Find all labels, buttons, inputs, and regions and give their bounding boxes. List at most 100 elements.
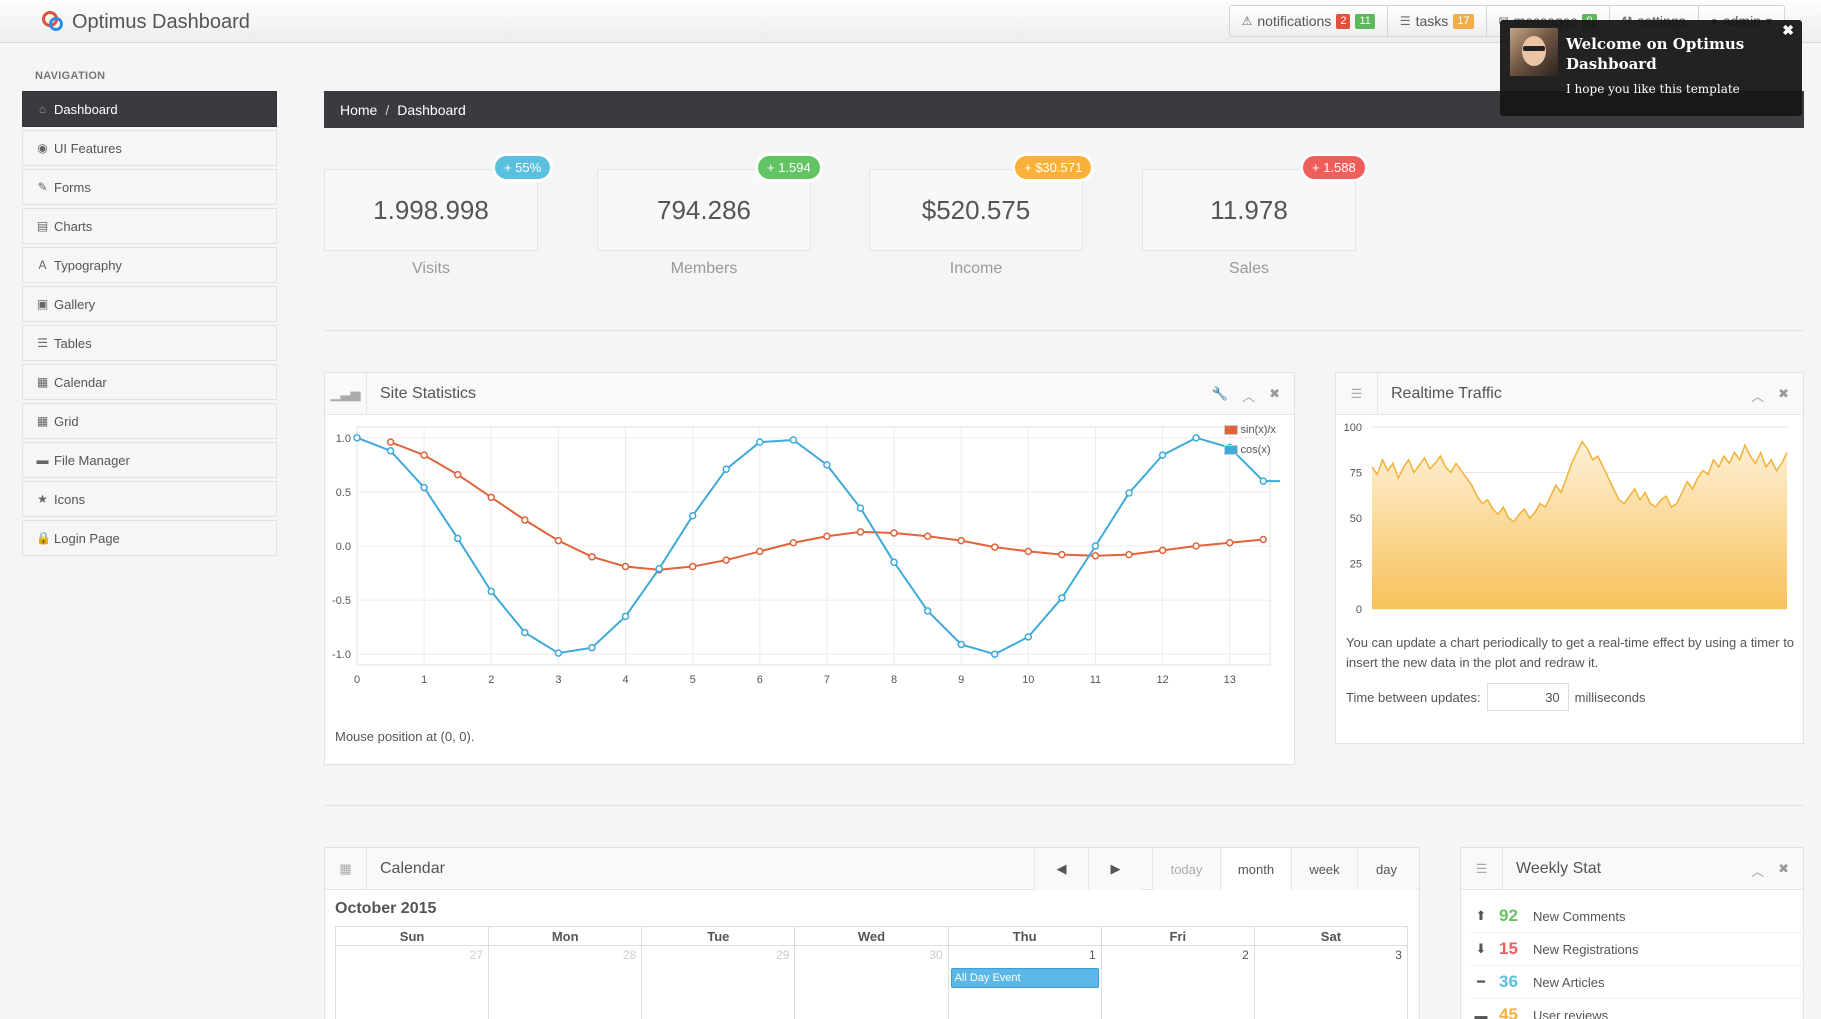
calendar-day-cell[interactable]: 2 xyxy=(1102,946,1255,1019)
brand-name: Optimus Dashboard xyxy=(72,10,250,33)
day-number: 2 xyxy=(1242,948,1249,962)
weekday-label: Thu xyxy=(949,927,1102,945)
sidebar-item-label: File Manager xyxy=(54,452,130,468)
data-point xyxy=(1259,535,1268,544)
stat-label: Income xyxy=(949,260,1003,277)
day-number: 28 xyxy=(622,948,637,962)
breadcrumb-current: Dashboard xyxy=(397,101,466,118)
data-point xyxy=(923,532,932,541)
tasks-label: tasks xyxy=(1415,13,1449,29)
chevron-up-icon[interactable]: ︿ xyxy=(1242,386,1255,405)
stat-label: Members xyxy=(670,260,738,277)
tasks-count-badge: 17 xyxy=(1453,13,1474,29)
data-point xyxy=(890,529,898,537)
data-point xyxy=(521,628,529,637)
calendar-prev-button[interactable]: ◀ xyxy=(1034,848,1088,890)
calendar-day-cell[interactable]: 30 xyxy=(795,946,949,1019)
sidebar-item-icons[interactable]: ★ Icons xyxy=(22,481,277,517)
close-icon[interactable]: ✖ xyxy=(1778,861,1789,880)
wrench-icon[interactable]: 🔧 xyxy=(1212,386,1228,405)
sidebar-item-login-page[interactable]: 🔒 Login Page xyxy=(22,520,277,556)
close-icon[interactable]: ✖ xyxy=(1782,22,1794,39)
calendar-icon: ▦ xyxy=(36,375,49,389)
sidebar-item-dashboard[interactable]: ⌂ Dashboard xyxy=(22,91,277,127)
day-number: 30 xyxy=(929,948,943,962)
list-item: ⬆ 92 New Comments xyxy=(1471,900,1801,933)
data-point xyxy=(957,536,965,545)
calendar-month-view-button[interactable]: month xyxy=(1220,848,1291,890)
data-point xyxy=(1225,539,1234,547)
calendar-next-button[interactable]: ▶ xyxy=(1088,848,1142,890)
legend-item: cos(x) xyxy=(1223,444,1276,456)
calendar-day-cell[interactable]: 27 xyxy=(336,946,490,1019)
notification-body: I hope you like this template xyxy=(1566,82,1740,96)
x-tick-label: 5 xyxy=(690,674,696,686)
calendar-day-view-button[interactable]: day xyxy=(1357,848,1415,890)
calendar-event[interactable]: All Day Event xyxy=(950,968,1099,988)
sidebar-item-forms[interactable]: ✎ Forms xyxy=(22,169,277,205)
brand-logo-icon xyxy=(40,9,66,35)
close-icon[interactable]: ✖ xyxy=(1778,386,1789,405)
lock-icon: 🔒 xyxy=(36,531,51,545)
legend-swatch xyxy=(1223,445,1238,455)
calendar-today-button[interactable]: today xyxy=(1152,848,1220,890)
notifications-button[interactable]: ⚠ notifications 2 11 xyxy=(1230,6,1388,36)
milliseconds-label: milliseconds xyxy=(1574,689,1646,705)
chevron-up-icon[interactable]: ︿ xyxy=(1751,861,1764,880)
stat-label: New Articles xyxy=(1533,974,1605,990)
data-point xyxy=(890,558,898,566)
stat-label: New Comments xyxy=(1533,908,1626,924)
stat-label: User reviews xyxy=(1533,1007,1609,1019)
calendar-week-view-button[interactable]: week xyxy=(1291,848,1357,890)
calendar-day-cell[interactable]: 29 xyxy=(642,946,796,1019)
data-point xyxy=(688,562,697,571)
comment-icon: ▬ xyxy=(1474,1007,1488,1019)
legend-label: sin(x)/x xyxy=(1240,424,1276,436)
sidebar-item-charts[interactable]: ▤ Charts xyxy=(22,208,277,244)
y-tick-label: 100 xyxy=(1344,422,1362,434)
stat-value: $520.575 xyxy=(921,194,1031,225)
sidebar-item-grid[interactable]: ▦ Grid xyxy=(22,403,277,439)
stat-number: 92 xyxy=(1499,906,1518,925)
sidebar-item-label: Grid xyxy=(54,413,79,429)
breadcrumb-home-link[interactable]: Home xyxy=(340,102,377,118)
y-tick-label: -1.0 xyxy=(332,649,351,661)
list-icon: ☰ xyxy=(37,336,48,350)
sidebar-item-calendar[interactable]: ▦ Calendar xyxy=(22,364,277,400)
sidebar-item-gallery[interactable]: ▣ Gallery xyxy=(22,286,277,322)
calendar-day-cell[interactable]: 28 xyxy=(489,946,643,1019)
list-icon: ☰ xyxy=(1399,14,1411,28)
picture-icon: ▣ xyxy=(36,297,49,311)
site-statistics-chart[interactable]: 0 1 2 3 4 5 6 7 8 9 10 11 12 131.00.50.0-0.5-1.0 xyxy=(325,415,1296,725)
data-point xyxy=(722,556,730,564)
sidebar-item-file-manager[interactable]: ▬ File Manager xyxy=(22,442,277,478)
data-point xyxy=(588,553,596,561)
list-icon: ☰ xyxy=(1336,372,1378,415)
brand[interactable]: Optimus Dashboard xyxy=(40,9,250,35)
x-tick-label: 6 xyxy=(757,674,763,686)
data-point xyxy=(453,470,462,479)
chevron-up-icon[interactable]: ︿ xyxy=(1751,386,1764,405)
tasks-button[interactable]: ☰ tasks 17 xyxy=(1388,6,1487,36)
legend-item: sin(x)/x xyxy=(1223,424,1276,436)
sidebar-item-typography[interactable]: A Typography xyxy=(22,247,277,283)
sidebar-item-tables[interactable]: ☰ Tables xyxy=(22,325,277,361)
calendar-day-cell[interactable]: 3 xyxy=(1255,946,1407,1019)
calendar-day-cell[interactable]: 1 All Day Event xyxy=(949,946,1102,1019)
navigation-header: NAVIGATION xyxy=(35,70,106,82)
data-point xyxy=(420,451,428,459)
update-interval-input[interactable] xyxy=(1486,683,1569,711)
data-point xyxy=(588,643,596,652)
notification-title: Welcome on Optimus Dashboard xyxy=(1566,35,1745,73)
calendar-nav: ◀ ▶ xyxy=(1034,848,1142,890)
minus-icon: ━ xyxy=(1477,974,1485,989)
sidebar-item-ui-features[interactable]: ◉ UI Features xyxy=(22,130,277,166)
close-icon[interactable]: ✖ xyxy=(1269,386,1280,405)
stat-value: 794.286 xyxy=(657,194,751,225)
traffic-area xyxy=(1372,441,1787,609)
realtime-traffic-chart[interactable]: 100 75 50 25 0 xyxy=(1336,415,1805,625)
list-item: ⬇ 15 New Registrations xyxy=(1471,933,1801,966)
data-point xyxy=(856,528,865,536)
panel-title: Calendar xyxy=(380,859,445,877)
data-point xyxy=(756,547,764,556)
